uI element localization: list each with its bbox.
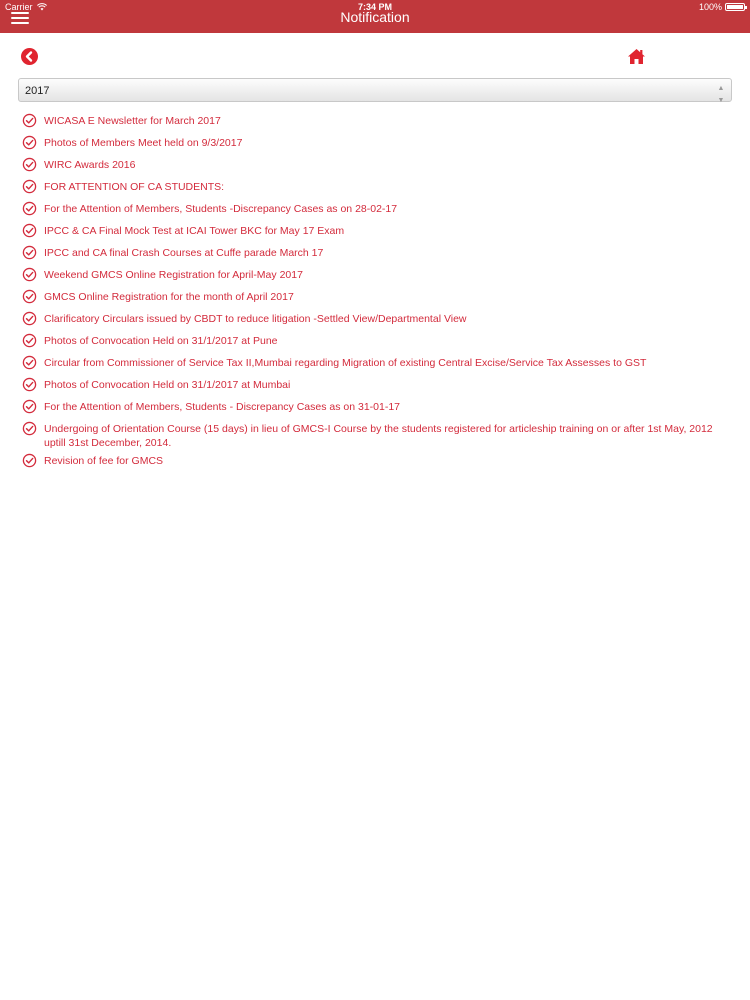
list-item[interactable]: Clarificatory Circulars issued by CBDT t… [22, 310, 732, 332]
year-dropdown[interactable]: 2017 ▲ ▼ [18, 78, 732, 104]
check-circle-icon [22, 157, 37, 172]
notification-link[interactable]: Photos of Convocation Held on 31/1/2017 … [44, 332, 278, 348]
notification-link[interactable]: Photos of Convocation Held on 31/1/2017 … [44, 376, 290, 392]
check-circle-icon [22, 223, 37, 238]
check-circle-icon [22, 399, 37, 414]
list-item[interactable]: Circular from Commissioner of Service Ta… [22, 354, 732, 376]
notification-link[interactable]: Circular from Commissioner of Service Ta… [44, 354, 646, 370]
notification-link[interactable]: GMCS Online Registration for the month o… [44, 288, 294, 304]
notification-link[interactable]: Clarificatory Circulars issued by CBDT t… [44, 310, 467, 326]
list-item[interactable]: IPCC & CA Final Mock Test at ICAI Tower … [22, 222, 732, 244]
list-item[interactable]: Undergoing of Orientation Course (15 day… [22, 420, 732, 452]
notification-link[interactable]: Undergoing of Orientation Course (15 day… [44, 420, 732, 450]
selected-year: 2017 [25, 85, 50, 97]
dropdown-arrow-icon: ▲ ▼ [717, 85, 725, 104]
notification-link[interactable]: For the Attention of Members, Students -… [44, 398, 400, 414]
list-item[interactable]: FOR ATTENTION OF CA STUDENTS: [22, 178, 732, 200]
check-circle-icon [22, 421, 37, 436]
notification-link[interactable]: Photos of Members Meet held on 9/3/2017 [44, 134, 242, 150]
check-circle-icon [22, 179, 37, 194]
check-circle-icon [22, 453, 37, 468]
list-item[interactable]: Weekend GMCS Online Registration for Apr… [22, 266, 732, 288]
notification-list: WICASA E Newsletter for March 2017 Photo… [22, 112, 732, 474]
notification-link[interactable]: IPCC and CA final Crash Courses at Cuffe… [44, 244, 323, 260]
check-circle-icon [22, 245, 37, 260]
list-item[interactable]: GMCS Online Registration for the month o… [22, 288, 732, 310]
check-circle-icon [22, 113, 37, 128]
check-circle-icon [22, 377, 37, 392]
list-item[interactable]: WICASA E Newsletter for March 2017 [22, 112, 732, 134]
notification-link[interactable]: WICASA E Newsletter for March 2017 [44, 112, 221, 128]
check-circle-icon [22, 201, 37, 216]
check-circle-icon [22, 333, 37, 348]
list-item[interactable]: Photos of Members Meet held on 9/3/2017 [22, 134, 732, 156]
list-item[interactable]: IPCC and CA final Crash Courses at Cuffe… [22, 244, 732, 266]
top-bar: Carrier 7:34 PM 100% Notification [0, 0, 750, 33]
notification-link[interactable]: IPCC & CA Final Mock Test at ICAI Tower … [44, 222, 344, 238]
notification-link[interactable]: WIRC Awards 2016 [44, 156, 135, 172]
page-title: Notification [340, 9, 410, 25]
list-item[interactable]: WIRC Awards 2016 [22, 156, 732, 178]
notification-link[interactable]: For the Attention of Members, Students -… [44, 200, 397, 216]
check-circle-icon [22, 267, 37, 282]
list-item[interactable]: Revision of fee for GMCS [22, 452, 732, 474]
home-icon[interactable] [627, 48, 646, 65]
list-item[interactable]: For the Attention of Members, Students -… [22, 398, 732, 420]
list-item[interactable]: Photos of Convocation Held on 31/1/2017 … [22, 376, 732, 398]
check-circle-icon [22, 289, 37, 304]
check-circle-icon [22, 355, 37, 370]
list-item[interactable]: For the Attention of Members, Students -… [22, 200, 732, 222]
back-arrow-icon[interactable] [21, 48, 38, 65]
check-circle-icon [22, 135, 37, 150]
notification-link[interactable]: Revision of fee for GMCS [44, 452, 163, 468]
notification-link[interactable]: Weekend GMCS Online Registration for Apr… [44, 266, 303, 282]
notification-link[interactable]: FOR ATTENTION OF CA STUDENTS: [44, 178, 224, 194]
list-item[interactable]: Photos of Convocation Held on 31/1/2017 … [22, 332, 732, 354]
check-circle-icon [22, 311, 37, 326]
